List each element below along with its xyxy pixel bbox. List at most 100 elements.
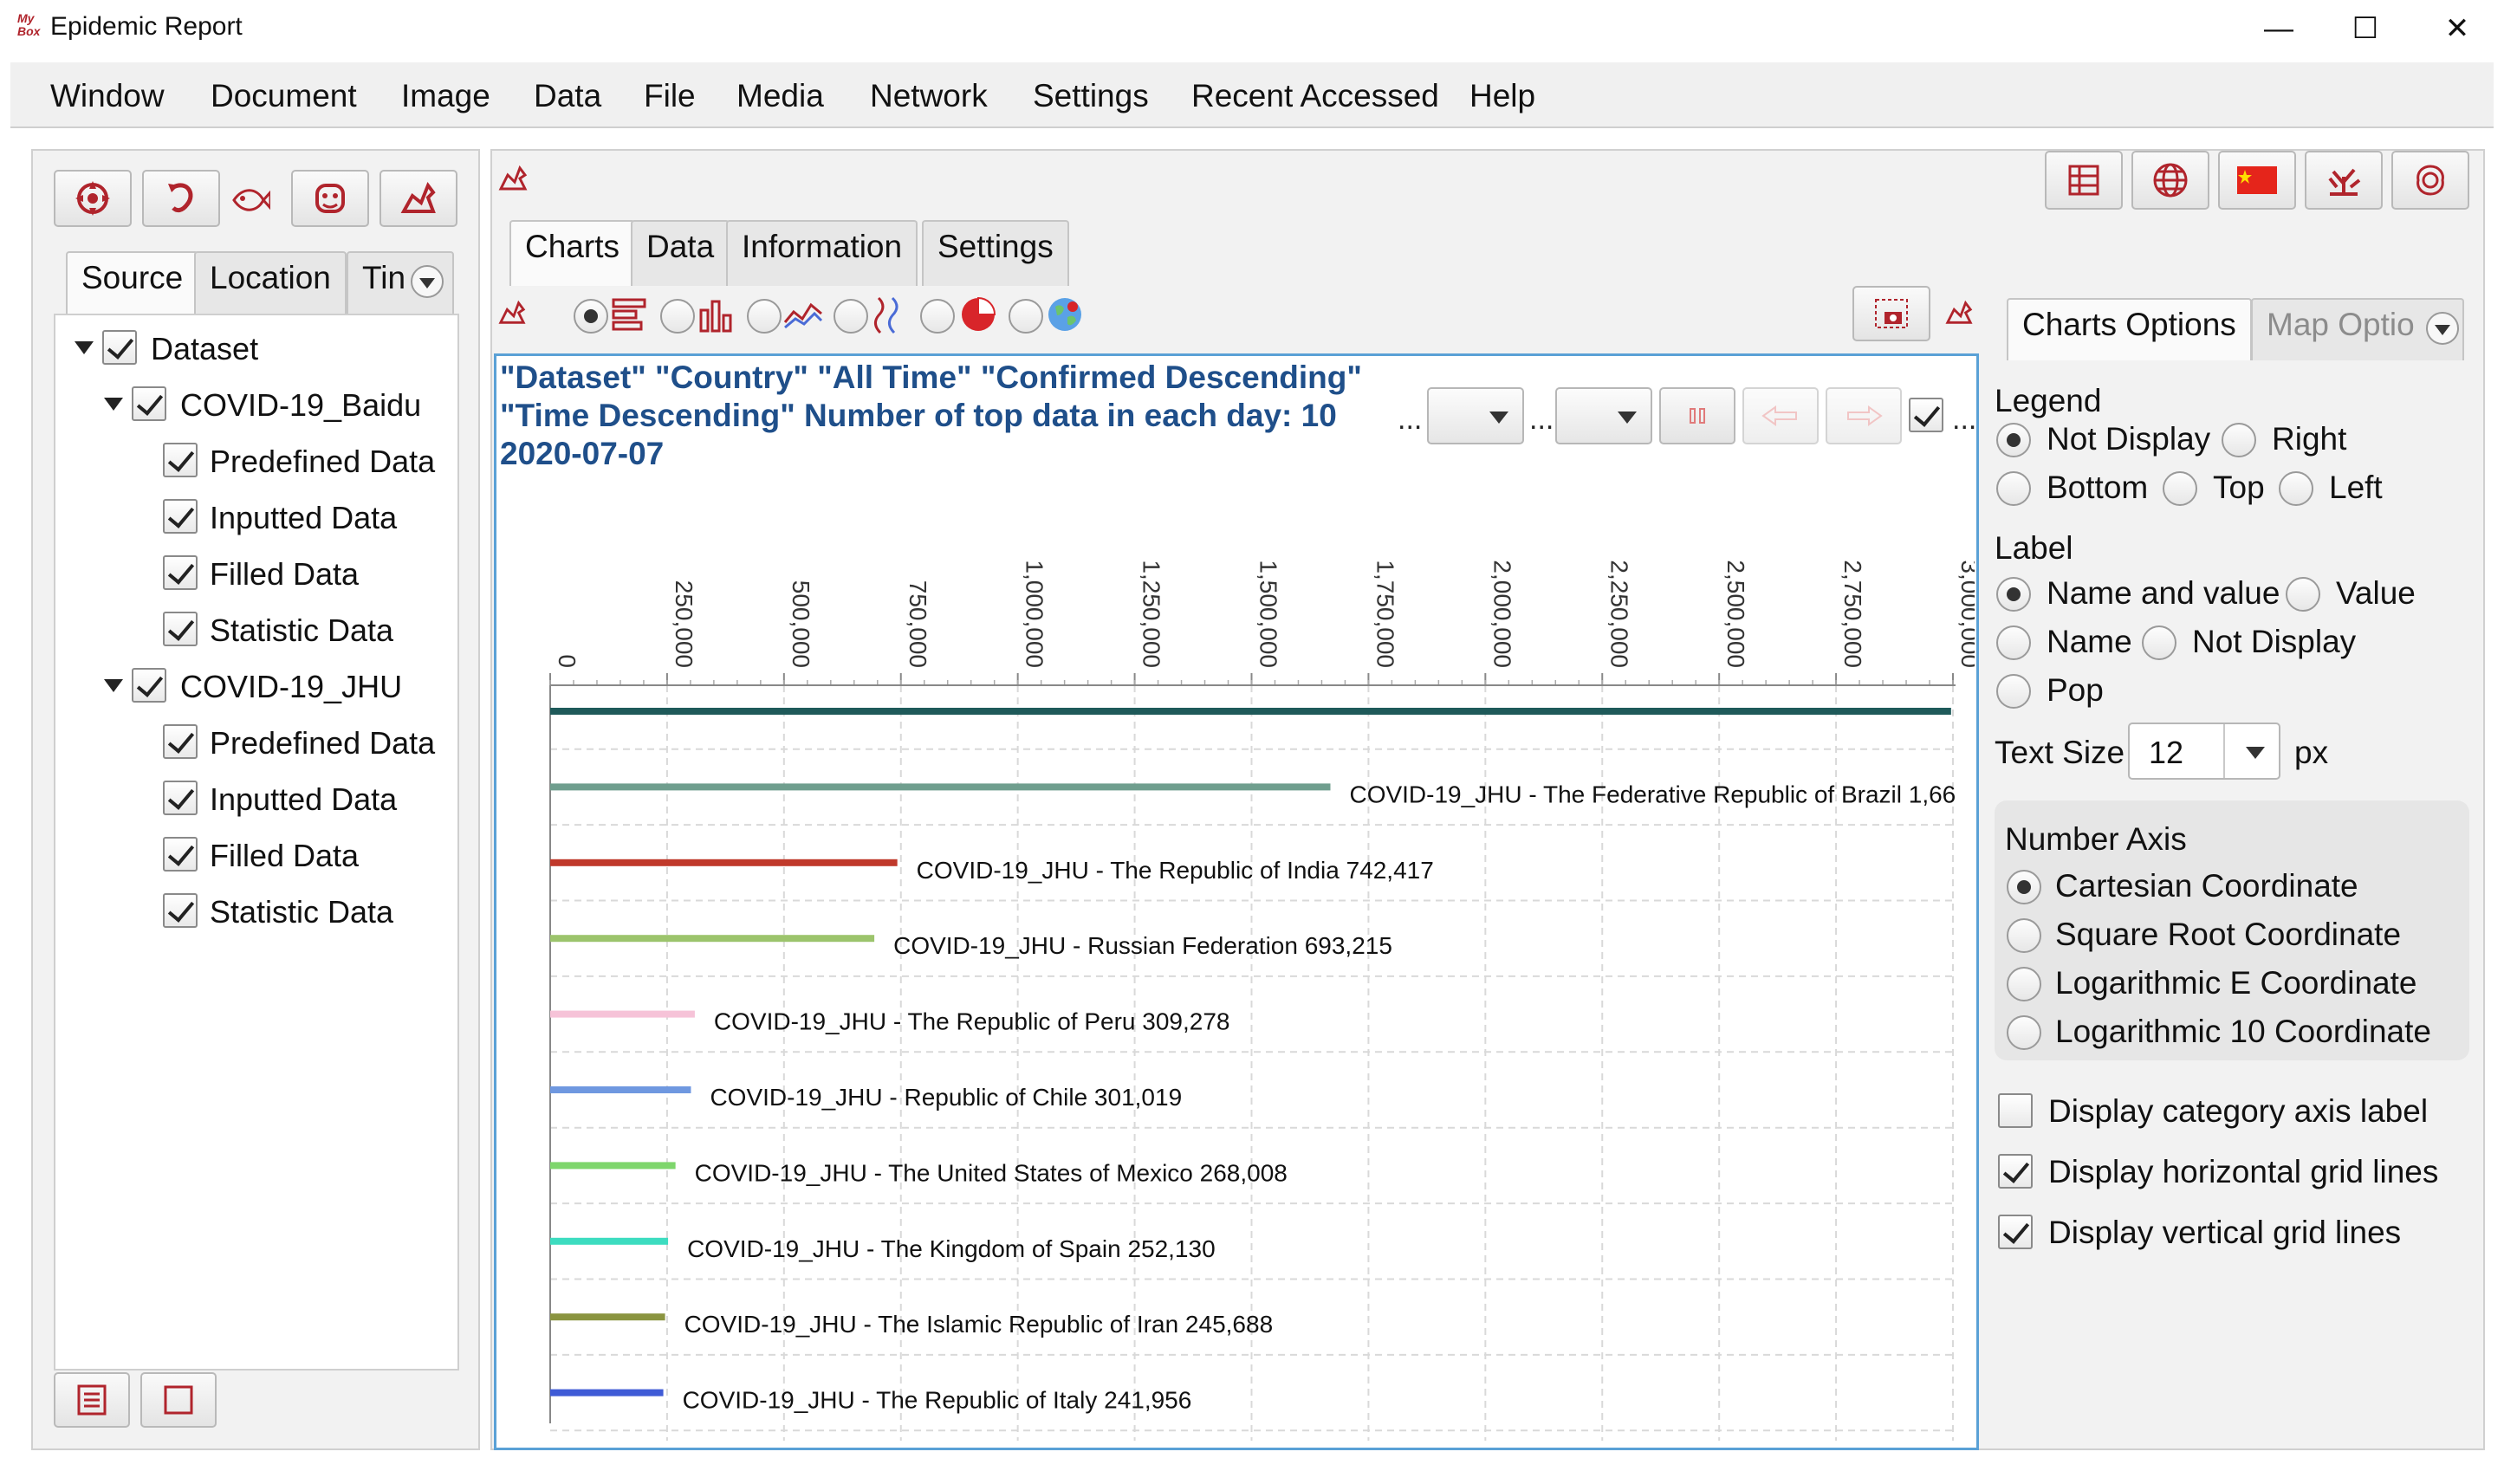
peony-ornament-icon	[2416, 165, 2444, 196]
menu-image[interactable]: Image	[401, 78, 490, 114]
chart-date: 2020-07-07	[500, 436, 665, 471]
peony-ornament-button[interactable]	[2391, 151, 2469, 210]
legend-bottom-radio[interactable]	[1996, 471, 2031, 506]
tree-checkbox[interactable]	[163, 781, 198, 815]
previous-button[interactable]	[1742, 387, 1819, 444]
fish-icon[interactable]	[230, 180, 272, 220]
menu-document[interactable]: Document	[211, 78, 357, 114]
menu-settings[interactable]: Settings	[1033, 78, 1149, 114]
logarithmic-10-coordinate-radio[interactable]	[2007, 1015, 2041, 1050]
bar	[550, 1389, 664, 1397]
tree-checkbox[interactable]	[163, 724, 198, 759]
menu-recent-accessed[interactable]: Recent Accessed	[1191, 78, 1439, 114]
coral-ornament-button[interactable]	[2305, 151, 2383, 210]
display-horizontal-grid-lines-checkbox[interactable]	[1998, 1154, 2033, 1189]
cartesian-coordinate-label: Cartesian Coordinate	[2055, 868, 2358, 904]
menu-media[interactable]: Media	[736, 78, 824, 114]
tabs-overflow-icon[interactable]	[411, 265, 444, 298]
tab-time[interactable]: Tin	[347, 251, 454, 314]
tree-checkbox[interactable]	[163, 837, 198, 872]
label-name-and-value-radio[interactable]	[1996, 577, 2031, 612]
tab-charts-options[interactable]: Charts Options	[2007, 298, 2252, 360]
text-size-select[interactable]: 12	[2128, 723, 2280, 780]
chart-type-pie-radio[interactable]	[920, 299, 955, 334]
menu-network[interactable]: Network	[870, 78, 988, 114]
x-tick-label: 0	[554, 654, 581, 668]
label-pop-radio[interactable]	[1996, 674, 2031, 709]
reload-button[interactable]	[142, 170, 220, 227]
maximize-button[interactable]: ☐	[2322, 5, 2409, 52]
tree-checkbox[interactable]	[163, 893, 198, 928]
vertical-bar-chart-icon	[699, 300, 732, 333]
flower-ornament-icon	[75, 181, 110, 216]
display-vertical-grid-lines-text: Display vertical grid lines	[2048, 1215, 2402, 1250]
chart-type-column-radio[interactable]	[660, 299, 695, 334]
tabs-overflow-icon[interactable]	[2426, 312, 2459, 345]
tab-data[interactable]: Data	[631, 220, 730, 286]
tab-information[interactable]: Information	[726, 220, 918, 286]
menu-window[interactable]: Window	[50, 78, 165, 114]
cartesian-coordinate-radio[interactable]	[2007, 870, 2041, 904]
legend-bottom-label: Bottom	[2047, 470, 2149, 505]
language-button[interactable]	[2131, 151, 2209, 210]
dragon-small-icon[interactable]	[497, 163, 529, 194]
menu-data[interactable]: Data	[534, 78, 601, 114]
collapse-icon[interactable]	[104, 679, 123, 692]
tree-checkbox[interactable]	[102, 330, 137, 365]
tab-settings[interactable]: Settings	[922, 220, 1069, 286]
tab-charts[interactable]: Charts	[509, 220, 635, 286]
tree-checkbox[interactable]	[132, 386, 166, 421]
collapse-icon[interactable]	[75, 341, 94, 354]
tree-checkbox[interactable]	[163, 555, 198, 590]
menu-file[interactable]: File	[644, 78, 696, 114]
label-value-radio[interactable]	[2286, 577, 2320, 612]
config-button[interactable]	[2045, 151, 2123, 210]
label-name-radio[interactable]	[1996, 625, 2031, 660]
pause-button[interactable]	[1659, 387, 1735, 444]
tab-source[interactable]: Source	[66, 251, 199, 314]
chart-type-map-radio[interactable]	[1009, 299, 1043, 334]
label-pop-label: Pop	[2047, 672, 2104, 708]
display-vertical-grid-lines-checkbox[interactable]	[1998, 1215, 2033, 1249]
menu-help[interactable]: Help	[1469, 78, 1535, 114]
chart-type-bar-radio[interactable]	[574, 299, 608, 334]
legend-not-display-label: Not Display	[2047, 421, 2211, 457]
minimize-button[interactable]: —	[2235, 5, 2322, 52]
select-none-button[interactable]	[140, 1372, 217, 1428]
tree-checkbox[interactable]	[163, 612, 198, 646]
snapshot-button[interactable]	[1852, 286, 1930, 341]
close-button[interactable]: ✕	[2414, 5, 2501, 52]
tree-checkbox[interactable]	[163, 499, 198, 534]
select-all-button[interactable]	[54, 1372, 130, 1428]
dragon-ornament-button[interactable]	[379, 170, 457, 227]
display-category-axis-label-checkbox[interactable]	[1998, 1093, 2033, 1128]
legend-right-radio[interactable]	[2222, 423, 2256, 457]
next-button[interactable]	[1826, 387, 1902, 444]
legend-not-display-radio[interactable]	[1996, 423, 2031, 457]
tree-item-label: Statistic Data	[210, 894, 394, 930]
tree-checkbox[interactable]	[163, 443, 198, 477]
collapse-icon[interactable]	[104, 398, 123, 411]
interval-select[interactable]	[1555, 387, 1652, 444]
refresh-data-button[interactable]	[54, 170, 132, 227]
legend-top-radio[interactable]	[2163, 471, 2197, 506]
chart-type-scatter-radio[interactable]	[834, 299, 868, 334]
x-tick-label: 1,000,000	[1022, 560, 1048, 668]
time-select[interactable]	[1427, 387, 1524, 444]
tab-time-label: Tin	[362, 260, 406, 295]
legend-left-label: Left	[2329, 470, 2383, 505]
label-not-display-radio[interactable]	[2142, 625, 2176, 660]
chinese-language-button[interactable]	[2218, 151, 2296, 210]
x-tick-label: 500,000	[788, 580, 814, 668]
pie-chart-icon	[962, 296, 996, 331]
logarithmic-e-coordinate-radio[interactable]	[2007, 967, 2041, 1001]
legend-left-radio[interactable]	[2279, 471, 2313, 506]
tab-location[interactable]: Location	[194, 251, 347, 314]
square-root-coordinate-radio[interactable]	[2007, 918, 2041, 953]
lion-ornament-button[interactable]	[291, 170, 369, 227]
loop-checkbox[interactable]	[1909, 398, 1943, 432]
chart-type-line-radio[interactable]	[747, 299, 782, 334]
tree-checkbox[interactable]	[132, 668, 166, 703]
map-globe-icon	[1048, 298, 1081, 331]
tab-map-options[interactable]: Map Optio	[2251, 298, 2464, 360]
